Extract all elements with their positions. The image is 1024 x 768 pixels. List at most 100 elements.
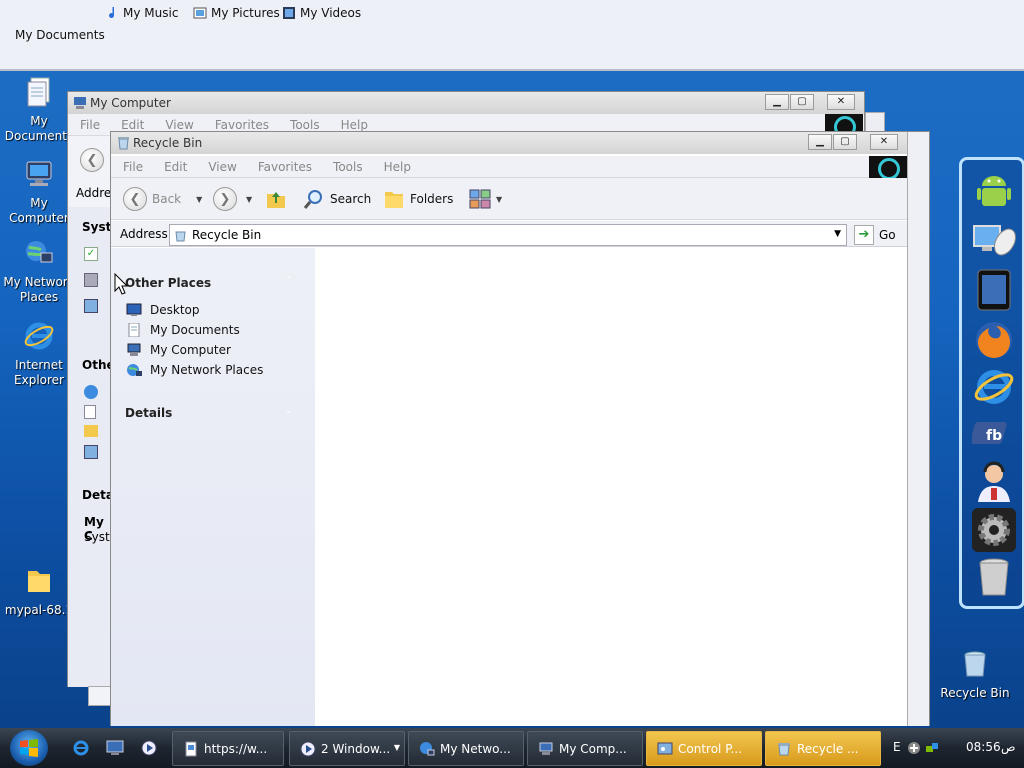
trash-can-icon[interactable]	[972, 555, 1016, 599]
other-places-desktop-link[interactable]: Desktop	[126, 303, 200, 317]
go-button[interactable]: ➔ Go	[854, 225, 896, 245]
recycle-bin-icon	[964, 651, 986, 677]
window-title: Recycle Bin	[133, 136, 203, 150]
firefox-icon[interactable]	[972, 318, 1016, 362]
documents-icon	[128, 323, 140, 337]
window-title: My Computer	[90, 96, 171, 110]
details-heading[interactable]: Details	[125, 406, 172, 420]
mouse-cursor-icon	[114, 273, 128, 295]
network-icon	[420, 741, 435, 755]
menu-help[interactable]: Help	[329, 114, 377, 132]
back-arrow-icon: ❮	[123, 187, 147, 211]
maximize-button[interactable]: ▢	[833, 134, 857, 150]
forward-button[interactable]: ❯ ▼	[213, 187, 252, 211]
tablet-icon[interactable]	[972, 268, 1016, 312]
expand-chevron-icon[interactable]: ⌄	[285, 406, 293, 416]
computer-icon	[26, 161, 52, 186]
clock[interactable]: 08:56	[966, 740, 1001, 754]
menu-tools[interactable]: Tools	[321, 156, 372, 174]
recycle-bin-titlebar[interactable]: Recycle Bin ▁ ▢ ✕	[111, 132, 929, 154]
minimize-button[interactable]: ▁	[765, 94, 789, 110]
other-places-my-computer-link[interactable]: My Computer	[126, 343, 231, 357]
my-music-item[interactable]: My Music	[105, 6, 178, 20]
other-places-heading[interactable]: Other Places	[125, 276, 211, 290]
maximize-button[interactable]: ▢	[790, 94, 814, 110]
menu-file[interactable]: File	[111, 156, 152, 174]
facebook-icon[interactable]: fb	[972, 412, 1016, 456]
views-button[interactable]: ▼	[469, 188, 502, 210]
collapse-chevron-icon[interactable]: ⌃	[285, 276, 293, 286]
taskbar-button-control-panel[interactable]: Control P...	[646, 731, 762, 766]
back-arrow-icon[interactable]: ❮	[80, 148, 104, 172]
back-button[interactable]: ❮ Back ▼	[123, 187, 202, 211]
svg-text:fb: fb	[986, 428, 1002, 444]
search-button[interactable]: Search	[303, 188, 371, 210]
folders-button[interactable]: Folders	[383, 188, 453, 210]
menu-tools[interactable]: Tools	[278, 114, 329, 132]
file-list-area[interactable]	[315, 248, 907, 726]
my-computer-titlebar[interactable]: My Computer ▁ ▢ ✕	[68, 92, 864, 114]
close-button[interactable]: ✕	[870, 134, 898, 150]
search-icon	[303, 190, 322, 209]
taskbar-button-my-computer[interactable]: My Comp...	[527, 731, 643, 766]
show-desktop-icon[interactable]	[106, 739, 124, 757]
chevron-down-icon[interactable]: ▼	[834, 229, 841, 239]
network-icon	[26, 241, 53, 263]
settings-gear-icon[interactable]	[972, 508, 1016, 552]
tray-app-icon[interactable]	[906, 740, 922, 756]
menu-favorites[interactable]: Favorites	[203, 114, 278, 132]
taskbar-button-windows-group[interactable]: 2 Window... ▼	[289, 731, 405, 766]
menu-edit[interactable]: Edit	[109, 114, 153, 132]
recycle-bin-icon	[778, 742, 790, 755]
media-player-icon[interactable]	[140, 739, 158, 757]
music-note-icon	[109, 7, 114, 18]
menu-view[interactable]: View	[153, 114, 202, 132]
recycle-bin-icon	[118, 137, 129, 150]
network-icon	[84, 385, 98, 399]
chevron-down-icon[interactable]: ▼	[246, 195, 252, 204]
menu-edit[interactable]: Edit	[152, 156, 196, 174]
recycle-bin-window[interactable]: Recycle Bin ▁ ▢ ✕ File Edit View Favorites T…	[110, 131, 930, 726]
menu-view[interactable]: View	[196, 156, 245, 174]
my-documents-label[interactable]: My Documents	[15, 28, 105, 42]
my-pictures-item[interactable]: My Pictures	[193, 6, 280, 20]
videos-icon	[283, 7, 295, 19]
support-person-icon[interactable]	[972, 460, 1016, 504]
other-places-my-network-places-link[interactable]: My Network Places	[126, 363, 263, 377]
language-indicator[interactable]: E	[893, 740, 901, 754]
menu-favorites[interactable]: Favorites	[246, 156, 321, 174]
android-icon[interactable]	[972, 170, 1016, 214]
pictures-icon	[193, 7, 207, 19]
address-input[interactable]: Recycle Bin ▼	[169, 224, 847, 246]
taskbar-button-browser[interactable]: https://w...	[172, 731, 284, 766]
recycle-bin-menubar: File Edit View Favorites Tools Help	[111, 156, 929, 178]
folder-icon	[84, 425, 98, 437]
chevron-down-icon[interactable]: ▼	[196, 195, 202, 204]
forward-arrow-icon: ❯	[213, 187, 237, 211]
minimize-button[interactable]: ▁	[808, 134, 832, 150]
desktop-icon	[126, 303, 142, 316]
start-button[interactable]	[10, 730, 48, 766]
window-edge	[865, 112, 885, 132]
ie-quicklaunch-icon[interactable]	[72, 739, 90, 757]
satellite-icon[interactable]	[972, 220, 1016, 264]
menu-help[interactable]: Help	[372, 156, 420, 174]
network-tray-icon[interactable]	[924, 740, 940, 756]
my-documents-folder-strip: My Music My Pictures My Videos My Docume…	[0, 0, 1024, 71]
taskbar-button-my-network[interactable]: My Netwo...	[408, 731, 524, 766]
chevron-down-icon: ▼	[393, 743, 400, 752]
recycle-bin-taskpane: Other Places ⌃ Desktop My Documents My C…	[111, 248, 315, 726]
menu-file[interactable]: File	[68, 114, 109, 132]
my-videos-item[interactable]: My Videos	[282, 6, 361, 20]
window-edge	[88, 686, 112, 706]
close-button[interactable]: ✕	[827, 94, 855, 110]
windows-logo-icon	[20, 739, 38, 757]
desktop-icon-recycle-bin[interactable]: Recycle Bin	[936, 648, 1014, 701]
folders-icon	[385, 192, 403, 208]
ie-icon[interactable]	[972, 365, 1016, 409]
document-icon	[185, 741, 197, 756]
windows-throbber-icon	[869, 156, 907, 180]
other-places-my-documents-link[interactable]: My Documents	[126, 323, 240, 337]
taskbar-button-recycle-bin[interactable]: Recycle ...	[765, 731, 881, 766]
up-folder-button[interactable]	[265, 188, 287, 210]
